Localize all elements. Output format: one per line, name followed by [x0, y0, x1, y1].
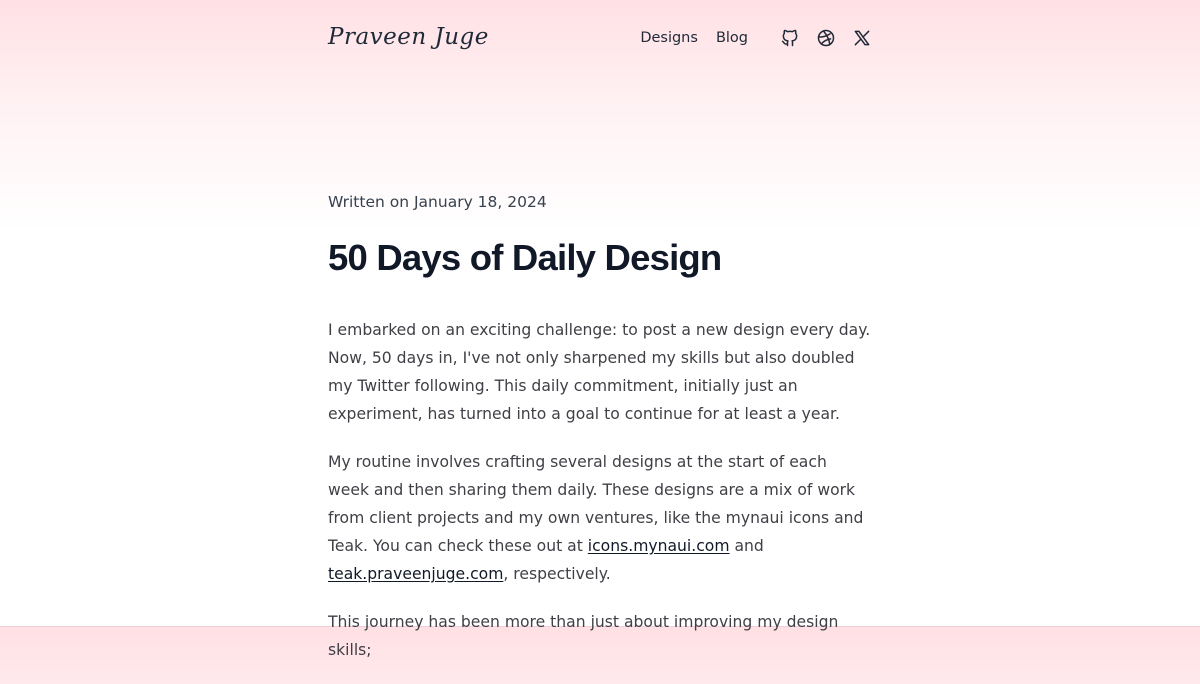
icons-mynaui-link[interactable]: icons.mynaui.com	[588, 537, 730, 555]
github-icon	[781, 29, 798, 47]
nav-blog-link[interactable]: Blog	[716, 18, 748, 58]
dribbble-icon	[817, 29, 835, 47]
site-header: Praveen Juge Designs Blog	[328, 18, 872, 58]
paragraph-2: My routine involves crafting several des…	[328, 448, 872, 588]
paragraph-2-text-middle: and	[729, 537, 764, 555]
blog-post: Written on January 18, 2024 50 Days of D…	[328, 190, 872, 684]
post-title: 50 Days of Daily Design	[328, 237, 722, 278]
paragraph-2-text-end: , respectively.	[503, 565, 611, 583]
dribbble-link[interactable]	[816, 28, 836, 48]
site-logo[interactable]: Praveen Juge	[328, 18, 489, 56]
x-link[interactable]	[852, 28, 872, 48]
post-date: Written on January 18, 2024	[328, 193, 547, 211]
main-nav: Designs Blog	[640, 18, 872, 58]
github-link[interactable]	[780, 28, 800, 48]
paragraph-3: This journey has been more than just abo…	[328, 613, 839, 659]
post-body: I embarked on an exciting challenge: to …	[328, 316, 872, 664]
paragraph-1: I embarked on an exciting challenge: to …	[328, 321, 871, 423]
nav-designs-link[interactable]: Designs	[640, 18, 698, 58]
x-icon	[854, 30, 870, 46]
teak-link[interactable]: teak.praveenjuge.com	[328, 565, 503, 583]
